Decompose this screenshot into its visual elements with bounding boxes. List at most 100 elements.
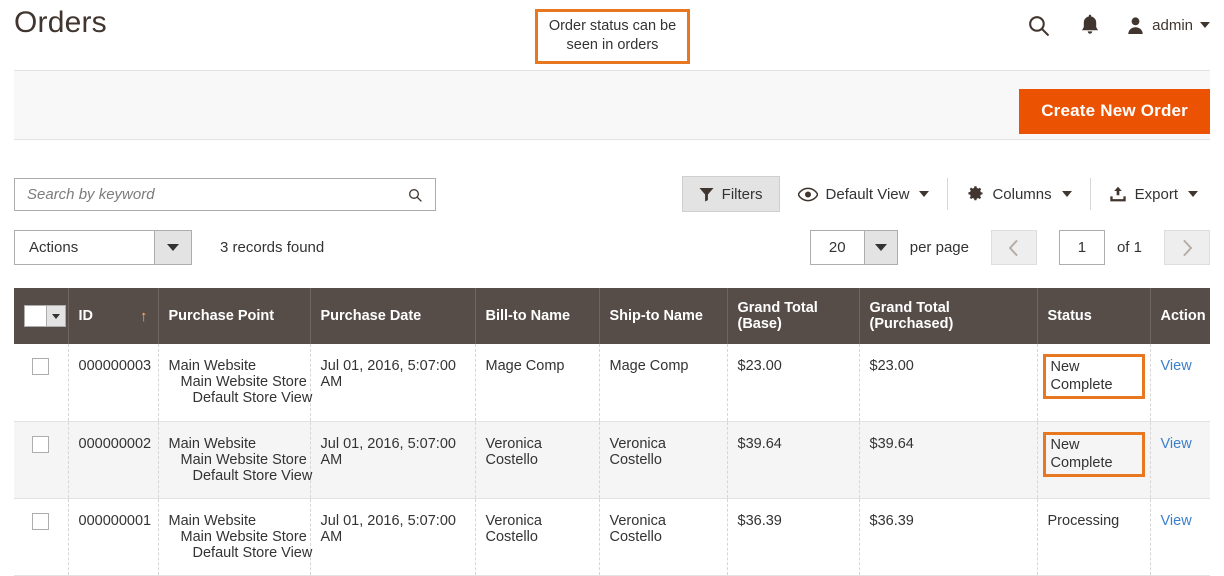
funnel-icon [699, 187, 714, 202]
column-header-grand-total-purchased[interactable]: Grand Total (Purchased) [859, 288, 1038, 344]
purchase-point-store: Main Website Store [180, 528, 307, 545]
column-header-id[interactable]: ID ↑ [68, 288, 159, 344]
view-order-link[interactable]: View [1161, 436, 1192, 452]
gear-icon [968, 186, 984, 201]
purchase-point-website: Main Website [168, 358, 257, 374]
row-checkbox[interactable] [32, 512, 50, 530]
annotation-text: Order status can be seen in orders [548, 18, 677, 53]
filters-button[interactable]: Filters [681, 176, 780, 212]
column-header-ship-to-name[interactable]: Ship-to Name [599, 288, 728, 344]
column-header-purchase-point[interactable]: Purchase Point [158, 288, 311, 344]
annotation-callout: Order status can be seen in orders [535, 9, 690, 64]
status-badge: Processing [1047, 512, 1120, 529]
cell-grand-total-purchased: $36.39 [859, 498, 1038, 576]
cell-grand-total-purchased: $23.00 [859, 344, 1038, 422]
chevron-down-icon[interactable] [863, 231, 897, 264]
cell-action: View [1150, 344, 1210, 422]
page-header: Orders Order status can be seen in order… [0, 0, 1224, 70]
grid-subtoolbar: Actions 3 records found 20 per page of 1 [0, 222, 1224, 278]
mass-actions-label: Actions [29, 239, 79, 256]
records-found-label: 3 records found [220, 239, 325, 256]
cell-grand-total-purchased: $39.64 [859, 421, 1038, 499]
column-header-purchase-date[interactable]: Purchase Date [310, 288, 476, 344]
chevron-down-icon[interactable] [46, 306, 65, 326]
mass-actions-select[interactable]: Actions [14, 230, 192, 265]
export-menu[interactable]: Export [1091, 176, 1216, 212]
upload-icon [1109, 186, 1126, 201]
purchase-point-website: Main Website [168, 435, 257, 452]
filters-label: Filters [721, 185, 763, 203]
cell-bill-to-name: Veronica Costello [475, 421, 600, 499]
row-select-cell[interactable] [14, 344, 69, 422]
column-header-status[interactable]: Status [1037, 288, 1151, 344]
orders-table: ID ↑ Purchase Point Purchase Date Bill-t… [14, 288, 1210, 576]
pagination-controls: 20 per page of 1 [809, 230, 1210, 265]
cell-purchase-date: Jul 01, 2016, 5:07:00 AM [310, 498, 476, 576]
column-header-grand-total-base[interactable]: Grand Total (Base) [727, 288, 860, 344]
create-new-order-button[interactable]: Create New Order [1019, 89, 1210, 134]
per-page-value: 20 [828, 239, 846, 256]
purchase-point-store-view: Default Store View [192, 544, 313, 561]
purchase-point-website: Main Website [168, 512, 257, 529]
purchase-point-store: Main Website Store [180, 374, 307, 390]
purchase-point-store-view: Default Store View [192, 467, 313, 484]
toolbar-controls: Filters Default View Columns Export [681, 176, 1216, 212]
table-row[interactable]: 000000002 Main Website Main Website Stor… [14, 421, 1210, 499]
cell-id: 000000003 [68, 344, 159, 422]
search-input[interactable] [15, 179, 395, 210]
total-pages-label: of 1 [1116, 239, 1142, 256]
cell-status: Processing [1037, 498, 1151, 576]
chevron-down-icon [1188, 191, 1198, 197]
table-row[interactable]: 000000001 Main Website Main Website Stor… [14, 498, 1210, 576]
cell-purchase-point: Main Website Main Website Store Default … [158, 498, 313, 576]
row-select-cell[interactable] [14, 498, 69, 576]
header-icon-group: admin [1012, 5, 1210, 45]
chevron-right-icon [1183, 239, 1192, 256]
default-view-label: Default View [825, 185, 910, 203]
table-row[interactable]: 000000003 Main Website Main Website Stor… [14, 344, 1210, 422]
search-submit-button[interactable] [401, 182, 429, 208]
bell-icon[interactable] [1064, 5, 1116, 45]
search-box[interactable] [14, 178, 436, 211]
cell-grand-total-base: $23.00 [727, 344, 860, 422]
purchase-point-store-view: Default Store View [192, 390, 313, 406]
per-page-select[interactable]: 20 [809, 230, 898, 265]
previous-page-button[interactable] [990, 230, 1037, 265]
column-header-select-all[interactable] [14, 288, 69, 344]
cell-action: View [1150, 421, 1210, 499]
page-actions-band: Create New Order [14, 70, 1210, 140]
cell-ship-to-name: Veronica Costello [599, 421, 728, 499]
column-header-action: Action [1150, 288, 1210, 344]
cell-grand-total-base: $36.39 [727, 498, 860, 576]
default-view-menu[interactable]: Default View [780, 176, 948, 212]
columns-label: Columns [992, 185, 1052, 203]
select-all-checkbox[interactable] [25, 306, 46, 326]
eye-icon [797, 187, 818, 201]
cell-ship-to-name: Mage Comp [599, 344, 728, 422]
cell-ship-to-name: Veronica Costello [599, 498, 728, 576]
cell-purchase-date: Jul 01, 2016, 5:07:00 AM [310, 344, 476, 422]
chevron-down-icon[interactable] [154, 231, 191, 264]
search-icon[interactable] [1012, 5, 1064, 45]
purchase-point-store: Main Website Store [180, 451, 307, 468]
row-checkbox[interactable] [32, 435, 50, 453]
cell-id: 000000001 [68, 498, 159, 576]
cell-bill-to-name: Veronica Costello [475, 498, 600, 576]
current-page-input[interactable] [1058, 230, 1105, 265]
view-order-link[interactable]: View [1161, 358, 1192, 374]
cell-purchase-date: Jul 01, 2016, 5:07:00 AM [310, 421, 476, 499]
select-all-dropdown[interactable] [24, 305, 66, 327]
row-select-cell[interactable] [14, 421, 69, 499]
next-page-button[interactable] [1164, 230, 1210, 265]
admin-menu[interactable]: admin [1116, 16, 1210, 35]
row-checkbox[interactable] [32, 358, 50, 375]
chevron-down-icon [919, 191, 930, 197]
table-header-row: ID ↑ Purchase Point Purchase Date Bill-t… [14, 288, 1210, 344]
column-header-id-label: ID [78, 308, 94, 324]
view-order-link[interactable]: View [1161, 513, 1192, 529]
status-badge: New Complete [1042, 354, 1145, 399]
columns-menu[interactable]: Columns [948, 176, 1089, 212]
column-header-bill-to-name[interactable]: Bill-to Name [475, 288, 600, 344]
chevron-left-icon [1009, 239, 1018, 256]
status-badge: New Complete [1042, 431, 1145, 477]
